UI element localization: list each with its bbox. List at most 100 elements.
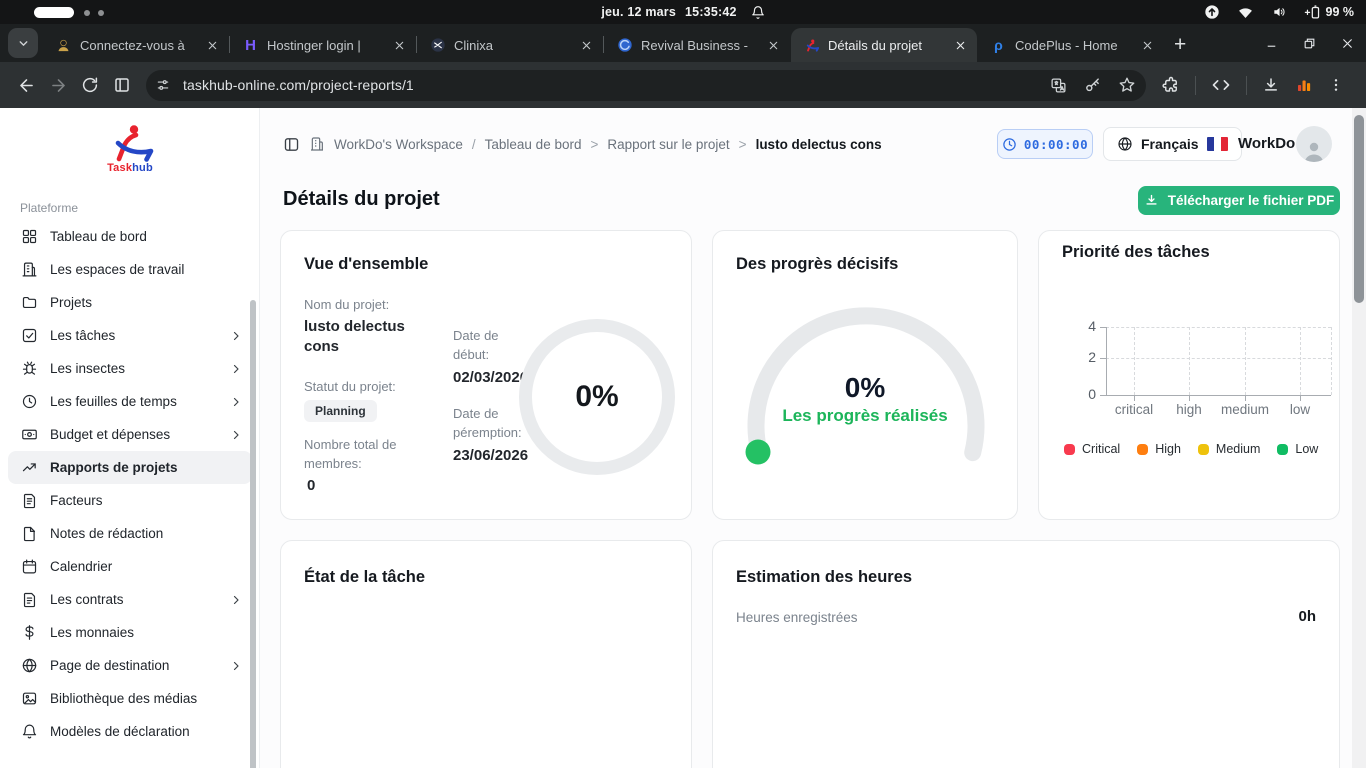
sidebar-item-les-taches[interactable]: Les tâches bbox=[8, 319, 252, 352]
new-tab-button[interactable]: + bbox=[1174, 35, 1186, 55]
sidebar-item-facteurs[interactable]: Facteurs bbox=[8, 484, 252, 517]
clinixa-globe-favicon-icon bbox=[429, 37, 446, 54]
sidebar-item-tableau-de-bord[interactable]: Tableau de bord bbox=[8, 220, 252, 253]
extension-stats-icon[interactable] bbox=[1295, 76, 1313, 94]
user-name[interactable]: WorkDo bbox=[1238, 135, 1295, 152]
gauge-needle-dot bbox=[746, 440, 771, 465]
sidebar-item-projets[interactable]: Projets bbox=[8, 286, 252, 319]
browser-tab-5[interactable]: Détails du projet bbox=[791, 28, 977, 62]
legend-swatch bbox=[1198, 444, 1209, 455]
overview-card-title: Vue d'ensemble bbox=[304, 255, 428, 274]
site-settings-icon[interactable] bbox=[151, 73, 175, 97]
brand-hub: hub bbox=[132, 162, 153, 174]
note-icon bbox=[21, 525, 38, 542]
browser-tab-2[interactable]: HHostinger login | bbox=[230, 28, 416, 62]
sidebar-item-les-feuilles-de-temps[interactable]: Les feuilles de temps bbox=[8, 385, 252, 418]
minimize-button[interactable] bbox=[1265, 37, 1278, 50]
project-status-label: Statut du projet: bbox=[304, 377, 396, 396]
breadcrumb-item-1[interactable]: Tableau de bord bbox=[485, 137, 582, 152]
y-tick-label: 2 bbox=[1068, 349, 1096, 365]
sidebar-item-label: Les tâches bbox=[50, 328, 218, 343]
workspace-building-icon bbox=[21, 261, 38, 278]
tab-close-icon[interactable] bbox=[203, 36, 221, 54]
logged-hours-value: 0h bbox=[1298, 608, 1316, 625]
sidebar-item-modeles-de-declaration[interactable]: Modèles de déclaration bbox=[8, 715, 252, 748]
sidebar-scrollbar[interactable] bbox=[250, 300, 256, 768]
priority-chart: 420 criticalhighmediumlow bbox=[1039, 231, 1341, 521]
browser-tab-3[interactable]: Clinixa bbox=[417, 28, 603, 62]
browser-toolbar: taskhub-online.com/project-reports/1 bbox=[0, 62, 1366, 108]
start-date-label: Date de début: bbox=[453, 326, 535, 364]
breadcrumb-separator: > bbox=[739, 137, 747, 152]
panel-toggle-icon[interactable] bbox=[283, 136, 300, 153]
reading-mode-icon[interactable] bbox=[106, 69, 138, 101]
sidebar-item-les-insectes[interactable]: Les insectes bbox=[8, 352, 252, 385]
tab-close-icon[interactable] bbox=[1138, 36, 1156, 54]
translate-icon[interactable] bbox=[1050, 77, 1067, 94]
language-button[interactable]: Français bbox=[1103, 127, 1242, 161]
back-button[interactable] bbox=[10, 69, 42, 101]
sidebar-item-budget-et-depenses[interactable]: Budget et dépenses bbox=[8, 418, 252, 451]
start-date-value: 02/03/2026 bbox=[453, 368, 528, 388]
download-pdf-button[interactable]: Télécharger le fichier PDF bbox=[1138, 186, 1340, 215]
browser-tab-6[interactable]: ρCodePlus - Home bbox=[978, 28, 1164, 62]
sidebar-item-label: Tableau de bord bbox=[50, 229, 242, 244]
sidebar-item-calendrier[interactable]: Calendrier bbox=[8, 550, 252, 583]
tab-list: Connectez-vous àHHostinger login |Clinix… bbox=[43, 24, 1164, 62]
avatar[interactable] bbox=[1296, 126, 1332, 162]
browser-menu-kebab-icon[interactable] bbox=[1328, 77, 1344, 93]
tab-search-button[interactable] bbox=[8, 28, 38, 58]
legend-label: Medium bbox=[1216, 442, 1260, 456]
legend-swatch bbox=[1277, 444, 1288, 455]
legend-swatch bbox=[1064, 444, 1075, 455]
sidebar-item-les-monnaies[interactable]: Les monnaies bbox=[8, 616, 252, 649]
sidebar-item-label: Budget et dépenses bbox=[50, 427, 218, 442]
browser-tab-1[interactable]: Connectez-vous à bbox=[43, 28, 229, 62]
breadcrumb-items: /Tableau de bord>Rapport sur le projet>l… bbox=[472, 137, 882, 152]
bookmark-star-icon[interactable] bbox=[1118, 76, 1136, 94]
taskhub-logo[interactable]: Taskhub bbox=[0, 124, 260, 174]
restore-button[interactable] bbox=[1303, 37, 1316, 50]
devtools-code-icon[interactable] bbox=[1211, 77, 1231, 93]
sidebar-item-page-de-destination[interactable]: Page de destination bbox=[8, 649, 252, 682]
forward-button[interactable] bbox=[42, 69, 74, 101]
dashboard-grid-icon bbox=[21, 228, 38, 245]
overview-card: Vue d'ensemble Nom du projet: lusto dele… bbox=[280, 230, 692, 520]
address-bar[interactable]: taskhub-online.com/project-reports/1 bbox=[146, 70, 1146, 101]
globe-icon bbox=[21, 657, 38, 674]
due-date-value: 23/06/2026 bbox=[453, 446, 528, 466]
tab-close-icon[interactable] bbox=[764, 36, 782, 54]
taskhub-logo-favicon-icon bbox=[803, 37, 820, 54]
members-label: Nombre total de membres: bbox=[304, 435, 419, 473]
chevron-right-icon bbox=[230, 363, 242, 375]
tab-close-icon[interactable] bbox=[951, 36, 969, 54]
close-window-button[interactable] bbox=[1341, 37, 1354, 50]
sidebar-item-rapports-de-projets[interactable]: Rapports de projets bbox=[8, 451, 252, 484]
codeplus-p-favicon-icon: ρ bbox=[990, 37, 1007, 54]
bug-icon bbox=[21, 360, 38, 377]
breadcrumb-workspace[interactable]: WorkDo's Workspace bbox=[334, 137, 463, 152]
timer-widget[interactable]: 00:00:00 bbox=[997, 129, 1093, 159]
sidebar-item-bibliotheque-des-medias[interactable]: Bibliothèque des médias bbox=[8, 682, 252, 715]
tab-close-icon[interactable] bbox=[390, 36, 408, 54]
extensions-puzzle-icon[interactable] bbox=[1162, 76, 1180, 94]
screen: jeu. 12 mars 15:35:42 99 % bbox=[0, 0, 1366, 768]
progress-caption: Les progrès réalisés bbox=[713, 406, 1017, 426]
legend-label: Low bbox=[1295, 442, 1318, 456]
page-scrollbar-thumb[interactable] bbox=[1354, 115, 1364, 303]
legend-swatch bbox=[1137, 444, 1148, 455]
french-flag-icon bbox=[1207, 137, 1228, 151]
reload-button[interactable] bbox=[74, 69, 106, 101]
sidebar-item-les-espaces-de-travail[interactable]: Les espaces de travail bbox=[8, 253, 252, 286]
sidebar-item-label: Rapports de projets bbox=[50, 460, 242, 475]
breadcrumb-item-2[interactable]: Rapport sur le projet bbox=[607, 137, 729, 152]
sidebar-item-les-contrats[interactable]: Les contrats bbox=[8, 583, 252, 616]
download-icon[interactable] bbox=[1262, 76, 1280, 94]
trending-up-icon bbox=[21, 459, 38, 476]
tab-close-icon[interactable] bbox=[577, 36, 595, 54]
browser-tab-4[interactable]: Revival Business - bbox=[604, 28, 790, 62]
sidebar-item-notes-de-redaction[interactable]: Notes de rédaction bbox=[8, 517, 252, 550]
brand-task: Task bbox=[107, 162, 132, 174]
password-key-icon[interactable] bbox=[1084, 77, 1101, 94]
volume-icon bbox=[1271, 5, 1287, 19]
